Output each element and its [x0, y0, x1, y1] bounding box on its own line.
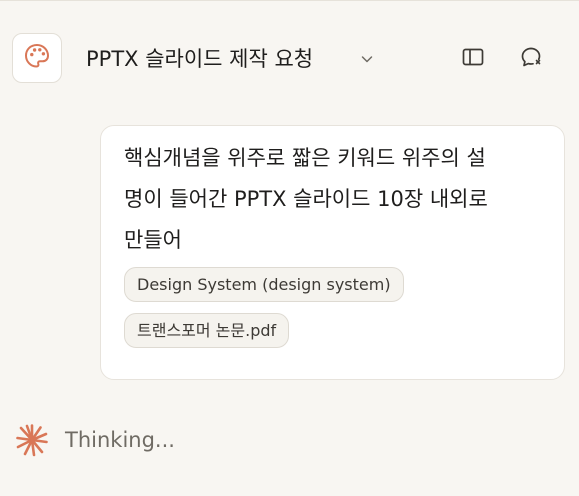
chevron-down-icon: [360, 51, 374, 70]
thinking-indicator: Thinking...: [14, 420, 175, 460]
conversation-title[interactable]: PPTX 슬라이드 제작 요청: [86, 44, 313, 74]
message-line: 만들어: [124, 228, 182, 252]
new-chat-icon: [519, 45, 543, 73]
attachment-chip-design-system[interactable]: Design System (design system): [124, 267, 404, 302]
message-line: 명이 들어간 PPTX 슬라이드 10장 내외로: [124, 187, 488, 211]
sidebar-toggle-button[interactable]: [456, 42, 490, 76]
attachment-chip-pdf[interactable]: 트랜스포머 논문.pdf: [124, 313, 290, 348]
spark-icon: [14, 422, 50, 458]
palette-icon: [22, 41, 52, 75]
conversation-header: PPTX 슬라이드 제작 요청: [0, 0, 579, 118]
sidebar-toggle-icon: [461, 45, 485, 73]
user-message-text: 핵심개념을 위주로 짧은 키워드 위주의 설 명이 들어간 PPTX 슬라이드 …: [124, 138, 542, 261]
new-chat-button[interactable]: [514, 42, 548, 76]
attachment-list: Design System (design system) 트랜스포머 논문.p…: [124, 267, 542, 348]
project-icon-button[interactable]: [12, 33, 62, 83]
title-dropdown-button[interactable]: [358, 51, 376, 69]
user-message-bubble: 핵심개념을 위주로 짧은 키워드 위주의 설 명이 들어간 PPTX 슬라이드 …: [100, 125, 565, 380]
message-line: 핵심개념을 위주로 짧은 키워드 위주의 설: [124, 146, 486, 170]
thinking-status-text: Thinking...: [65, 428, 175, 452]
